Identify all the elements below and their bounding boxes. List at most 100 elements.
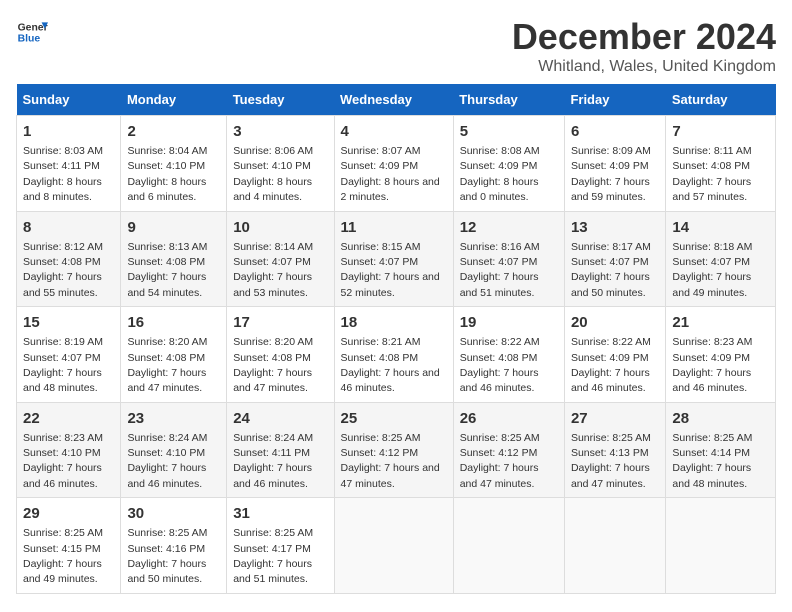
day-cell xyxy=(564,498,665,594)
day-number: 10 xyxy=(233,217,327,238)
svg-text:Blue: Blue xyxy=(18,34,41,45)
day-detail: Sunrise: 8:06 AMSunset: 4:10 PMDaylight:… xyxy=(233,145,313,203)
day-header-sunday: Sunday xyxy=(17,84,121,116)
day-detail: Sunrise: 8:07 AMSunset: 4:09 PMDaylight:… xyxy=(341,145,440,203)
day-cell xyxy=(334,498,453,594)
week-row-2: 8 Sunrise: 8:12 AMSunset: 4:08 PMDayligh… xyxy=(17,211,776,307)
header: General Blue December 2024 Whitland, Wal… xyxy=(16,16,776,76)
day-cell: 15 Sunrise: 8:19 AMSunset: 4:07 PMDaylig… xyxy=(17,307,121,403)
day-number: 29 xyxy=(23,503,114,524)
day-detail: Sunrise: 8:25 AMSunset: 4:12 PMDaylight:… xyxy=(460,432,540,490)
day-cell: 5 Sunrise: 8:08 AMSunset: 4:09 PMDayligh… xyxy=(453,116,564,212)
day-detail: Sunrise: 8:25 AMSunset: 4:15 PMDaylight:… xyxy=(23,527,103,585)
day-detail: Sunrise: 8:22 AMSunset: 4:09 PMDaylight:… xyxy=(571,336,651,394)
day-cell xyxy=(453,498,564,594)
day-detail: Sunrise: 8:17 AMSunset: 4:07 PMDaylight:… xyxy=(571,241,651,299)
day-number: 7 xyxy=(672,121,769,142)
day-cell: 13 Sunrise: 8:17 AMSunset: 4:07 PMDaylig… xyxy=(564,211,665,307)
day-detail: Sunrise: 8:25 AMSunset: 4:13 PMDaylight:… xyxy=(571,432,651,490)
day-detail: Sunrise: 8:15 AMSunset: 4:07 PMDaylight:… xyxy=(341,241,440,299)
day-detail: Sunrise: 8:19 AMSunset: 4:07 PMDaylight:… xyxy=(23,336,103,394)
title-area: December 2024 Whitland, Wales, United Ki… xyxy=(512,16,776,76)
day-number: 22 xyxy=(23,408,114,429)
day-number: 12 xyxy=(460,217,558,238)
day-cell: 18 Sunrise: 8:21 AMSunset: 4:08 PMDaylig… xyxy=(334,307,453,403)
day-cell: 28 Sunrise: 8:25 AMSunset: 4:14 PMDaylig… xyxy=(666,402,776,498)
day-number: 18 xyxy=(341,312,447,333)
calendar-table: SundayMondayTuesdayWednesdayThursdayFrid… xyxy=(16,84,776,594)
day-detail: Sunrise: 8:22 AMSunset: 4:08 PMDaylight:… xyxy=(460,336,540,394)
day-cell: 25 Sunrise: 8:25 AMSunset: 4:12 PMDaylig… xyxy=(334,402,453,498)
day-header-wednesday: Wednesday xyxy=(334,84,453,116)
day-cell: 8 Sunrise: 8:12 AMSunset: 4:08 PMDayligh… xyxy=(17,211,121,307)
day-detail: Sunrise: 8:18 AMSunset: 4:07 PMDaylight:… xyxy=(672,241,752,299)
day-number: 13 xyxy=(571,217,659,238)
day-detail: Sunrise: 8:09 AMSunset: 4:09 PMDaylight:… xyxy=(571,145,651,203)
logo-icon: General Blue xyxy=(16,16,48,48)
day-number: 17 xyxy=(233,312,327,333)
day-number: 16 xyxy=(127,312,220,333)
day-cell: 1 Sunrise: 8:03 AMSunset: 4:11 PMDayligh… xyxy=(17,116,121,212)
day-header-monday: Monday xyxy=(121,84,227,116)
day-cell xyxy=(666,498,776,594)
day-number: 5 xyxy=(460,121,558,142)
day-header-tuesday: Tuesday xyxy=(227,84,334,116)
day-cell: 14 Sunrise: 8:18 AMSunset: 4:07 PMDaylig… xyxy=(666,211,776,307)
day-number: 19 xyxy=(460,312,558,333)
location-title: Whitland, Wales, United Kingdom xyxy=(512,58,776,76)
day-number: 20 xyxy=(571,312,659,333)
day-detail: Sunrise: 8:25 AMSunset: 4:12 PMDaylight:… xyxy=(341,432,440,490)
day-detail: Sunrise: 8:12 AMSunset: 4:08 PMDaylight:… xyxy=(23,241,103,299)
day-cell: 2 Sunrise: 8:04 AMSunset: 4:10 PMDayligh… xyxy=(121,116,227,212)
day-cell: 11 Sunrise: 8:15 AMSunset: 4:07 PMDaylig… xyxy=(334,211,453,307)
day-number: 24 xyxy=(233,408,327,429)
day-detail: Sunrise: 8:21 AMSunset: 4:08 PMDaylight:… xyxy=(341,336,440,394)
day-number: 4 xyxy=(341,121,447,142)
day-detail: Sunrise: 8:03 AMSunset: 4:11 PMDaylight:… xyxy=(23,145,103,203)
day-number: 23 xyxy=(127,408,220,429)
day-detail: Sunrise: 8:25 AMSunset: 4:16 PMDaylight:… xyxy=(127,527,207,585)
day-cell: 12 Sunrise: 8:16 AMSunset: 4:07 PMDaylig… xyxy=(453,211,564,307)
day-number: 11 xyxy=(341,217,447,238)
day-cell: 30 Sunrise: 8:25 AMSunset: 4:16 PMDaylig… xyxy=(121,498,227,594)
day-detail: Sunrise: 8:20 AMSunset: 4:08 PMDaylight:… xyxy=(127,336,207,394)
day-detail: Sunrise: 8:14 AMSunset: 4:07 PMDaylight:… xyxy=(233,241,313,299)
day-cell: 19 Sunrise: 8:22 AMSunset: 4:08 PMDaylig… xyxy=(453,307,564,403)
day-header-friday: Friday xyxy=(564,84,665,116)
day-cell: 21 Sunrise: 8:23 AMSunset: 4:09 PMDaylig… xyxy=(666,307,776,403)
day-detail: Sunrise: 8:20 AMSunset: 4:08 PMDaylight:… xyxy=(233,336,313,394)
day-detail: Sunrise: 8:04 AMSunset: 4:10 PMDaylight:… xyxy=(127,145,207,203)
day-cell: 27 Sunrise: 8:25 AMSunset: 4:13 PMDaylig… xyxy=(564,402,665,498)
day-detail: Sunrise: 8:23 AMSunset: 4:09 PMDaylight:… xyxy=(672,336,752,394)
day-detail: Sunrise: 8:24 AMSunset: 4:10 PMDaylight:… xyxy=(127,432,207,490)
day-number: 2 xyxy=(127,121,220,142)
day-number: 15 xyxy=(23,312,114,333)
day-detail: Sunrise: 8:13 AMSunset: 4:08 PMDaylight:… xyxy=(127,241,207,299)
day-cell: 26 Sunrise: 8:25 AMSunset: 4:12 PMDaylig… xyxy=(453,402,564,498)
day-number: 30 xyxy=(127,503,220,524)
day-number: 25 xyxy=(341,408,447,429)
day-number: 3 xyxy=(233,121,327,142)
day-cell: 3 Sunrise: 8:06 AMSunset: 4:10 PMDayligh… xyxy=(227,116,334,212)
day-cell: 29 Sunrise: 8:25 AMSunset: 4:15 PMDaylig… xyxy=(17,498,121,594)
week-row-4: 22 Sunrise: 8:23 AMSunset: 4:10 PMDaylig… xyxy=(17,402,776,498)
day-number: 21 xyxy=(672,312,769,333)
day-cell: 4 Sunrise: 8:07 AMSunset: 4:09 PMDayligh… xyxy=(334,116,453,212)
day-cell: 24 Sunrise: 8:24 AMSunset: 4:11 PMDaylig… xyxy=(227,402,334,498)
day-cell: 7 Sunrise: 8:11 AMSunset: 4:08 PMDayligh… xyxy=(666,116,776,212)
day-detail: Sunrise: 8:23 AMSunset: 4:10 PMDaylight:… xyxy=(23,432,103,490)
day-detail: Sunrise: 8:11 AMSunset: 4:08 PMDaylight:… xyxy=(672,145,751,203)
day-number: 1 xyxy=(23,121,114,142)
week-row-3: 15 Sunrise: 8:19 AMSunset: 4:07 PMDaylig… xyxy=(17,307,776,403)
header-row: SundayMondayTuesdayWednesdayThursdayFrid… xyxy=(17,84,776,116)
day-number: 14 xyxy=(672,217,769,238)
day-cell: 22 Sunrise: 8:23 AMSunset: 4:10 PMDaylig… xyxy=(17,402,121,498)
day-detail: Sunrise: 8:25 AMSunset: 4:17 PMDaylight:… xyxy=(233,527,313,585)
logo: General Blue xyxy=(16,16,48,48)
day-number: 28 xyxy=(672,408,769,429)
day-detail: Sunrise: 8:08 AMSunset: 4:09 PMDaylight:… xyxy=(460,145,540,203)
day-cell: 10 Sunrise: 8:14 AMSunset: 4:07 PMDaylig… xyxy=(227,211,334,307)
month-title: December 2024 xyxy=(512,16,776,58)
week-row-5: 29 Sunrise: 8:25 AMSunset: 4:15 PMDaylig… xyxy=(17,498,776,594)
day-cell: 23 Sunrise: 8:24 AMSunset: 4:10 PMDaylig… xyxy=(121,402,227,498)
